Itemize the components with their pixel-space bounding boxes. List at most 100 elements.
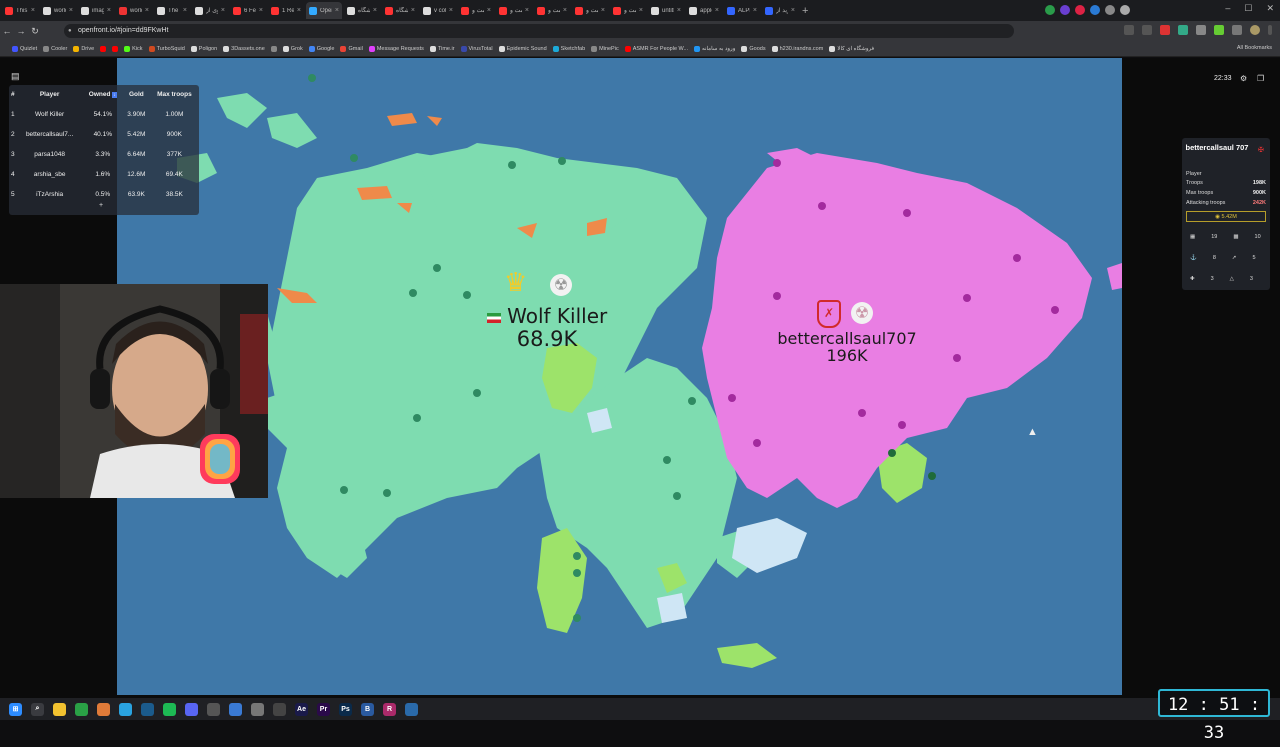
all-bookmarks-link[interactable]: All Bookmarks bbox=[1237, 45, 1272, 51]
browser-tab[interactable]: ALPHA× bbox=[724, 2, 760, 19]
browser-tab[interactable]: world× bbox=[40, 2, 76, 19]
bookmark-item[interactable]: 3Dassets.one bbox=[223, 45, 265, 52]
tab-close-icon[interactable]: × bbox=[449, 7, 453, 14]
menu-icon[interactable] bbox=[1268, 25, 1272, 35]
bookmark-item[interactable]: ورود به سامانه bbox=[694, 45, 735, 52]
browser-tab[interactable]: images× bbox=[78, 2, 114, 19]
minimize-icon[interactable]: – bbox=[1225, 3, 1230, 14]
tab-close-icon[interactable]: × bbox=[791, 7, 795, 14]
tray-icon[interactable] bbox=[1090, 5, 1100, 15]
steam-icon[interactable] bbox=[141, 702, 154, 716]
exit-icon[interactable]: ❐ bbox=[1257, 74, 1264, 83]
bookmark-item[interactable]: فروشگاه ای کالا bbox=[829, 45, 874, 52]
blender-icon[interactable]: B bbox=[361, 702, 374, 716]
tab-close-icon[interactable]: × bbox=[145, 7, 149, 14]
tab-close-icon[interactable]: × bbox=[487, 7, 491, 14]
photoshop-icon[interactable]: Ps bbox=[339, 702, 352, 716]
browser-tab[interactable]: This Ma× bbox=[2, 2, 38, 19]
spotify-icon[interactable] bbox=[163, 702, 176, 716]
reload-icon[interactable]: ↻ bbox=[28, 26, 42, 37]
browser-tab[interactable]: قیمت و× bbox=[458, 2, 494, 19]
tab-close-icon[interactable]: × bbox=[411, 7, 415, 14]
settings-icon[interactable] bbox=[207, 702, 220, 716]
bookmark-item[interactable]: Goods bbox=[741, 45, 766, 52]
tab-close-icon[interactable]: × bbox=[297, 7, 301, 14]
extension-icon[interactable] bbox=[1214, 25, 1224, 35]
tab-close-icon[interactable]: × bbox=[677, 7, 681, 14]
tab-close-icon[interactable]: × bbox=[107, 7, 111, 14]
telegram-icon[interactable] bbox=[119, 702, 132, 716]
address-bar[interactable]: ● openfront.io/#join=dd9FKwHt bbox=[64, 24, 1014, 38]
browser-tab[interactable]: قیمت و× bbox=[534, 2, 570, 19]
bookmark-item[interactable]: ASMR For People W... bbox=[624, 45, 688, 52]
app-icon[interactable] bbox=[273, 702, 286, 716]
bookmark-item[interactable] bbox=[100, 45, 107, 52]
back-icon[interactable]: ← bbox=[0, 26, 14, 36]
maximize-icon[interactable]: ☐ bbox=[1244, 3, 1252, 14]
bookmark-item[interactable]: Quizlet bbox=[12, 45, 37, 52]
browser-tab[interactable]: قیمت و× bbox=[496, 2, 532, 19]
bookmark-item[interactable] bbox=[270, 45, 277, 52]
bookmark-item[interactable]: Poligon bbox=[190, 45, 217, 52]
tab-close-icon[interactable]: × bbox=[373, 7, 377, 14]
extension-icon[interactable] bbox=[1124, 25, 1134, 35]
tray-icon[interactable] bbox=[1060, 5, 1070, 15]
site-info-icon[interactable]: ● bbox=[68, 24, 72, 38]
bookmark-item[interactable]: Google bbox=[308, 45, 334, 52]
browser-tab[interactable]: The Tru× bbox=[154, 2, 190, 19]
bookmark-item[interactable]: Sketchfab bbox=[552, 45, 585, 52]
expand-leaderboard-button[interactable]: + bbox=[95, 201, 107, 211]
extension-icon[interactable] bbox=[1160, 25, 1170, 35]
wifi-icon[interactable] bbox=[1120, 5, 1130, 15]
header-max-troops[interactable]: Max troops bbox=[150, 85, 199, 104]
tab-close-icon[interactable]: × bbox=[753, 7, 757, 14]
after-effects-icon[interactable]: Ae bbox=[295, 702, 308, 716]
windows-start-icon[interactable]: ⊞ bbox=[9, 702, 22, 716]
tab-close-icon[interactable]: × bbox=[715, 7, 719, 14]
file-explorer-icon[interactable] bbox=[53, 702, 66, 716]
bookmark-item[interactable]: Cooler bbox=[43, 45, 67, 52]
tab-close-icon[interactable]: × bbox=[259, 7, 263, 14]
app-icon[interactable] bbox=[405, 702, 418, 716]
bookmark-item[interactable]: Kick bbox=[124, 45, 143, 52]
app-icon[interactable] bbox=[251, 702, 264, 716]
discord-icon[interactable] bbox=[185, 702, 198, 716]
tab-close-icon[interactable]: × bbox=[31, 7, 35, 14]
tray-icon[interactable] bbox=[1105, 5, 1115, 15]
browser-tab[interactable]: پهلوی از× bbox=[192, 2, 228, 19]
app-icon[interactable] bbox=[229, 702, 242, 716]
bookmark-item[interactable]: Time.ir bbox=[429, 45, 455, 52]
leaderboard-row[interactable]: 1 Wolf Killer 54.1% 3.90M 1.00M bbox=[9, 104, 199, 124]
profile-avatar[interactable] bbox=[1250, 25, 1260, 35]
browser-tab[interactable]: untitled× bbox=[648, 2, 684, 19]
browser-tab[interactable]: قیمت و× bbox=[572, 2, 608, 19]
browser-tab[interactable]: v color× bbox=[420, 2, 456, 19]
header-owned[interactable]: Owned ↓ bbox=[83, 85, 123, 104]
tab-close-icon[interactable]: × bbox=[601, 7, 605, 14]
browser-tab[interactable]: قیمت و× bbox=[610, 2, 646, 19]
forward-icon[interactable]: → bbox=[14, 26, 28, 36]
header-player[interactable]: Player bbox=[17, 85, 83, 104]
header-rank[interactable]: # bbox=[9, 85, 17, 104]
browser-tab[interactable]: 1 Real V× bbox=[268, 2, 304, 19]
bookmark-item[interactable]: TurboSquid bbox=[148, 45, 185, 52]
browser-tab[interactable]: فروشگاه× bbox=[382, 2, 418, 19]
premiere-icon[interactable]: Pr bbox=[317, 702, 330, 716]
tray-icon[interactable] bbox=[1045, 5, 1055, 15]
browser-icon[interactable] bbox=[97, 702, 110, 716]
bookmark-item[interactable]: MinePic bbox=[591, 45, 619, 52]
bookmark-item[interactable]: Drive bbox=[73, 45, 94, 52]
header-gold[interactable]: Gold bbox=[123, 85, 150, 104]
leaderboard-toggle-icon[interactable]: ▤ bbox=[11, 71, 20, 82]
tab-close-icon[interactable]: × bbox=[221, 7, 225, 14]
tab-close-icon[interactable]: × bbox=[183, 7, 187, 14]
extension-icon[interactable] bbox=[1232, 25, 1242, 35]
browser-tab[interactable]: خرید از× bbox=[762, 2, 798, 19]
tab-close-icon[interactable]: × bbox=[525, 7, 529, 14]
tab-close-icon[interactable]: × bbox=[335, 7, 339, 14]
bookmark-item[interactable]: Gmail bbox=[340, 45, 363, 52]
tray-icon[interactable] bbox=[1075, 5, 1085, 15]
app-icon[interactable]: R bbox=[383, 702, 396, 716]
browser-tab[interactable]: apple s× bbox=[686, 2, 722, 19]
bookmark-item[interactable]: Epidemic Sound bbox=[498, 45, 547, 52]
